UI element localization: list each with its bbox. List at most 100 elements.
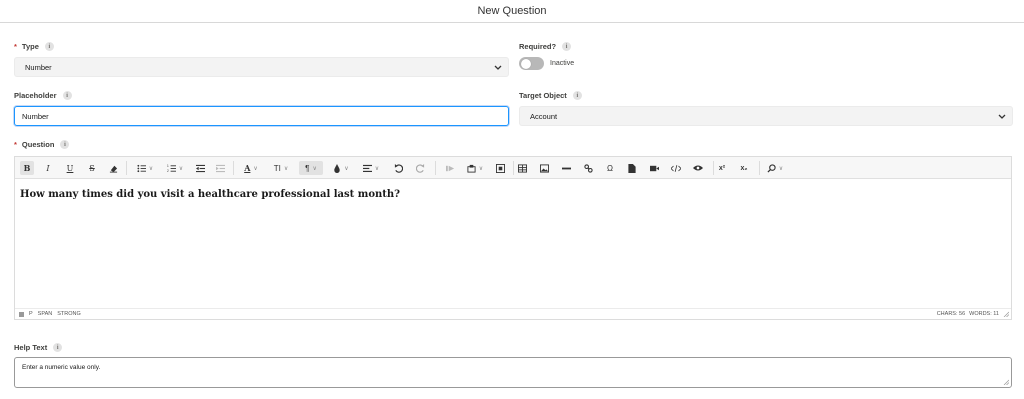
font-size-glyph: TI bbox=[273, 163, 281, 173]
chevron-down-icon: ∨ bbox=[344, 165, 349, 172]
chevron-down-icon: ∨ bbox=[148, 165, 154, 172]
required-label-row: Required? i bbox=[519, 42, 572, 51]
help-text-value: Enter a numeric value only. bbox=[22, 364, 101, 371]
brush-icon[interactable]: ∨ bbox=[329, 161, 353, 175]
redo-icon[interactable] bbox=[413, 161, 427, 175]
select-all-icon[interactable] bbox=[493, 161, 507, 175]
italic-button[interactable]: I bbox=[41, 161, 55, 175]
block-icon bbox=[19, 311, 24, 317]
path-item[interactable]: P bbox=[29, 311, 33, 317]
required-label: Required? bbox=[519, 42, 557, 51]
indent-icon[interactable] bbox=[213, 161, 227, 175]
chevron-down-icon: ∨ bbox=[283, 165, 289, 172]
paragraph-icon[interactable]: ¶ ∨ bbox=[299, 161, 323, 175]
question-label: Question bbox=[21, 140, 55, 149]
help-text-label: Help Text bbox=[14, 343, 48, 352]
info-icon[interactable]: i bbox=[60, 140, 70, 149]
font-size-icon[interactable]: TI ∨ bbox=[269, 161, 293, 175]
bold-button[interactable]: B bbox=[20, 161, 34, 175]
paragraph-glyph: ¶ bbox=[305, 163, 310, 173]
video-icon[interactable] bbox=[443, 161, 457, 175]
element-path: P SPAN STRONG bbox=[19, 311, 81, 317]
toggle-knob bbox=[520, 58, 531, 69]
svg-text:1: 1 bbox=[167, 164, 169, 168]
chevron-down-icon: ∨ bbox=[478, 165, 484, 172]
type-label: Type bbox=[21, 42, 39, 51]
toolbar-separator bbox=[126, 161, 127, 175]
toolbar-separator bbox=[435, 161, 436, 175]
editor-statusbar: P SPAN STRONG CHARS: 56 WORDS: 11 bbox=[15, 308, 1011, 319]
editor-content[interactable]: How many times did you visit a healthcar… bbox=[20, 189, 400, 200]
underline-button[interactable]: U bbox=[63, 161, 77, 175]
chevron-down-icon: ∨ bbox=[253, 165, 258, 172]
resize-grip-icon[interactable] bbox=[1003, 379, 1009, 385]
chevron-down-icon: ∨ bbox=[312, 165, 317, 172]
type-label-row: * Type i bbox=[14, 42, 54, 51]
preview-icon[interactable] bbox=[691, 161, 705, 175]
placeholder-input-value: Number bbox=[22, 111, 49, 121]
path-item[interactable]: SPAN bbox=[38, 311, 53, 317]
horizontal-line-icon[interactable] bbox=[559, 161, 573, 175]
source-code-icon[interactable] bbox=[669, 161, 683, 175]
required-toggle[interactable] bbox=[519, 57, 544, 70]
help-text-textarea[interactable]: Enter a numeric value only. bbox=[14, 357, 1012, 388]
path-item[interactable]: STRONG bbox=[57, 311, 81, 317]
info-icon[interactable]: i bbox=[62, 91, 72, 100]
copy-format-icon[interactable]: ∨ bbox=[463, 161, 487, 175]
numbered-list-icon[interactable]: 12 ∨ bbox=[163, 161, 187, 175]
type-select-value: Number bbox=[25, 62, 52, 72]
font-color-icon[interactable]: A ∨ bbox=[239, 161, 263, 175]
image-icon[interactable] bbox=[537, 161, 551, 175]
table-icon[interactable] bbox=[515, 161, 529, 175]
placeholder-label: Placeholder bbox=[14, 91, 57, 100]
question-label-row: * Question i bbox=[14, 140, 70, 149]
link-icon[interactable] bbox=[581, 161, 595, 175]
search-icon[interactable]: ∨ bbox=[763, 161, 787, 175]
align-icon[interactable]: ∨ bbox=[359, 161, 383, 175]
toolbar-separator bbox=[233, 161, 234, 175]
svg-text:2: 2 bbox=[167, 169, 169, 173]
strikethrough-button[interactable]: S bbox=[85, 161, 99, 175]
info-icon[interactable]: i bbox=[562, 42, 572, 51]
required-star: * bbox=[14, 140, 17, 149]
target-object-label-row: Target Object i bbox=[519, 91, 582, 100]
toolbar-separator bbox=[513, 161, 514, 175]
help-text-label-row: Help Text i bbox=[14, 343, 63, 352]
superscript-icon[interactable]: x² bbox=[715, 161, 729, 175]
placeholder-label-row: Placeholder i bbox=[14, 91, 72, 100]
words-count: WORDS: 11 bbox=[969, 311, 999, 317]
video-camera-icon[interactable] bbox=[647, 161, 661, 175]
toolbar-separator bbox=[713, 161, 714, 175]
bullet-list-icon[interactable]: ∨ bbox=[133, 161, 157, 175]
undo-icon[interactable] bbox=[391, 161, 405, 175]
chevron-down-icon: ∨ bbox=[178, 165, 184, 172]
target-object-select[interactable]: Account bbox=[519, 106, 1013, 126]
file-icon[interactable] bbox=[625, 161, 639, 175]
resize-grip-icon[interactable] bbox=[1003, 311, 1009, 317]
toolbar-separator bbox=[759, 161, 760, 175]
info-icon[interactable]: i bbox=[53, 343, 63, 352]
chevron-down-icon bbox=[998, 114, 1006, 119]
chevron-down-icon: ∨ bbox=[374, 165, 380, 172]
page-title: New Question bbox=[477, 5, 547, 17]
outdent-icon[interactable] bbox=[193, 161, 207, 175]
info-icon[interactable]: i bbox=[572, 91, 582, 100]
subscript-icon[interactable]: x₂ bbox=[737, 161, 751, 175]
target-object-label: Target Object bbox=[519, 91, 567, 100]
target-object-select-value: Account bbox=[530, 111, 558, 121]
chevron-down-icon bbox=[494, 65, 502, 70]
editor-toolbar: B I U S ∨ 12 ∨ A ∨ TI ∨ ¶ ∨ ∨ ∨ ∨ Ω x² x… bbox=[15, 157, 1011, 179]
special-char-icon[interactable]: Ω bbox=[603, 161, 617, 175]
placeholder-input[interactable]: Number bbox=[14, 106, 509, 126]
info-icon[interactable]: i bbox=[44, 42, 54, 51]
chars-count: CHARS: 56 bbox=[936, 311, 966, 317]
required-star: * bbox=[14, 42, 17, 51]
required-toggle-state: Inactive bbox=[550, 60, 575, 67]
type-select[interactable]: Number bbox=[14, 57, 509, 77]
eraser-icon[interactable] bbox=[106, 161, 120, 175]
word-count: CHARS: 56 WORDS: 11 bbox=[937, 311, 999, 317]
modal-header: New Question bbox=[0, 0, 1024, 23]
font-color-glyph: A bbox=[244, 163, 251, 173]
rich-text-editor[interactable]: B I U S ∨ 12 ∨ A ∨ TI ∨ ¶ ∨ ∨ ∨ ∨ Ω x² x… bbox=[14, 156, 1012, 320]
chevron-down-icon: ∨ bbox=[778, 165, 784, 172]
